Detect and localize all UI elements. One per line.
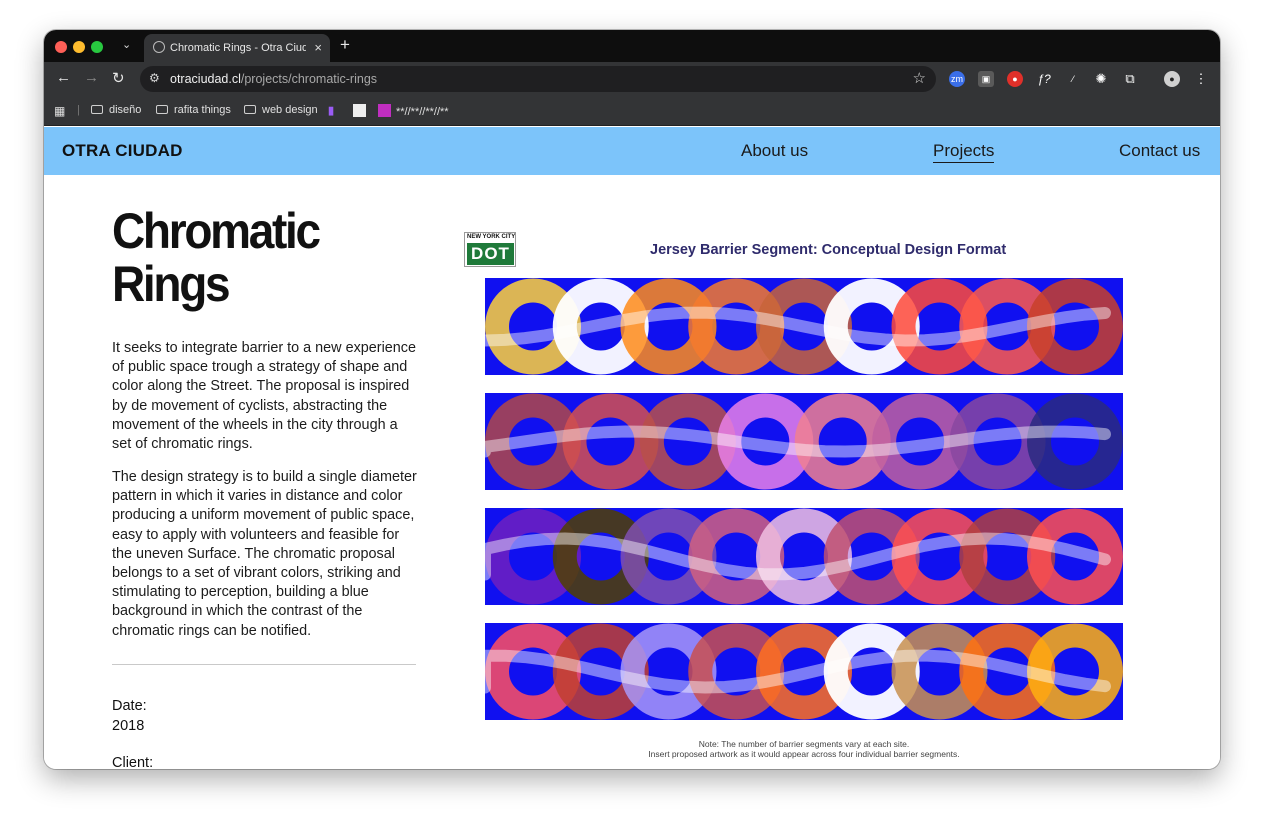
nav-contact-us[interactable]: Contact us xyxy=(1119,141,1200,161)
reload-icon[interactable]: ↻ xyxy=(112,69,125,87)
page-content: Chromatic Rings It seeks to integrate ba… xyxy=(44,175,1220,769)
apps-grid-icon[interactable]: ▦ xyxy=(54,104,65,118)
red-extension-icon[interactable]: ● xyxy=(1007,71,1023,87)
profile-avatar[interactable]: ● xyxy=(1164,71,1180,87)
chevron-down-icon[interactable]: ⌄ xyxy=(122,38,131,51)
bookmark-folder-web-design[interactable]: web design xyxy=(244,104,318,116)
image-bookmark-icon[interactable] xyxy=(353,104,366,117)
bookmark-pattern[interactable]: **//**//**//** xyxy=(378,104,449,118)
bookmark-folder-rafita[interactable]: rafita things xyxy=(156,104,231,116)
site-logo[interactable]: OTRA CIUDAD xyxy=(62,141,183,161)
artwork-note: Note: The number of barrier segments var… xyxy=(648,739,960,759)
nav-about-us[interactable]: About us xyxy=(741,141,808,161)
twitch-icon[interactable]: ▮ xyxy=(328,104,334,117)
tab-strip: ⌄ Chromatic Rings - Otra Ciudad × + xyxy=(44,30,1220,62)
folder-icon xyxy=(244,105,256,114)
barrier-panel xyxy=(485,393,1123,490)
bookmarks-divider: | xyxy=(77,104,80,116)
new-tab-button[interactable]: + xyxy=(340,35,350,55)
openai-extension-icon[interactable]: ✺ xyxy=(1093,71,1109,87)
back-arrow-icon[interactable]: ← xyxy=(56,69,71,86)
site-header: OTRA CIUDAD About us Projects Contact us xyxy=(44,127,1220,175)
browser-toolbar: ← → ↻ ⚙ otraciudad.cl/projects/chromatic… xyxy=(44,62,1220,96)
address-bar[interactable]: ⚙ otraciudad.cl/projects/chromatic-rings… xyxy=(140,66,936,92)
description-paragraph-1: It seeks to integrate barrier to a new e… xyxy=(112,340,416,453)
close-window-button[interactable] xyxy=(55,41,67,53)
tab-close-button[interactable]: × xyxy=(314,40,322,55)
barrier-artwork xyxy=(485,278,1123,720)
nav-projects[interactable]: Projects xyxy=(933,141,995,163)
font-extension-icon[interactable]: ƒ? xyxy=(1036,71,1052,87)
browser-window: ⌄ Chromatic Rings - Otra Ciudad × + ← → … xyxy=(44,30,1220,769)
folder-icon xyxy=(156,105,168,114)
client-label: Client: xyxy=(112,755,154,769)
bookmarks-bar: ▦ | diseño rafita things web design ▮ **… xyxy=(44,96,1220,126)
folder-icon xyxy=(91,105,103,114)
zoom-extension-icon[interactable]: zm xyxy=(949,71,965,87)
globe-icon xyxy=(153,41,165,53)
date-value: 2018 xyxy=(112,718,145,734)
pen-extension-icon[interactable]: ⁄ xyxy=(1065,71,1081,87)
barrier-panel xyxy=(485,623,1123,720)
barrier-panel xyxy=(485,508,1123,605)
description-paragraph-2: The design strategy is to build a single… xyxy=(112,469,417,639)
tab-title: Chromatic Rings - Otra Ciudad xyxy=(170,42,306,54)
minimize-window-button[interactable] xyxy=(73,41,85,53)
site-info-icon[interactable]: ⚙ xyxy=(149,71,160,85)
barrier-panel xyxy=(485,278,1123,375)
bookmark-star-icon[interactable]: ☆ xyxy=(913,69,926,87)
url-text: otraciudad.cl/projects/chromatic-rings xyxy=(170,72,378,86)
menu-dots-icon[interactable]: ⋮ xyxy=(1193,71,1209,87)
forward-arrow-icon[interactable]: → xyxy=(84,69,99,86)
nyc-dot-logo: NEW YORK CITY DOT xyxy=(464,232,516,267)
bookmark-folder-diseno[interactable]: diseño xyxy=(91,104,141,116)
tab-active[interactable]: Chromatic Rings - Otra Ciudad × xyxy=(144,34,330,62)
maximize-window-button[interactable] xyxy=(91,41,103,53)
puzzle-extensions-icon[interactable]: ⧉ xyxy=(1122,71,1138,87)
divider xyxy=(112,664,416,665)
artwork-title: Jersey Barrier Segment: Conceptual Desig… xyxy=(650,242,1007,258)
date-label: Date: xyxy=(112,698,147,714)
tab-extension-icon[interactable]: ▣ xyxy=(978,71,994,87)
page-title: Chromatic Rings xyxy=(112,203,321,312)
pattern-icon xyxy=(378,104,391,117)
